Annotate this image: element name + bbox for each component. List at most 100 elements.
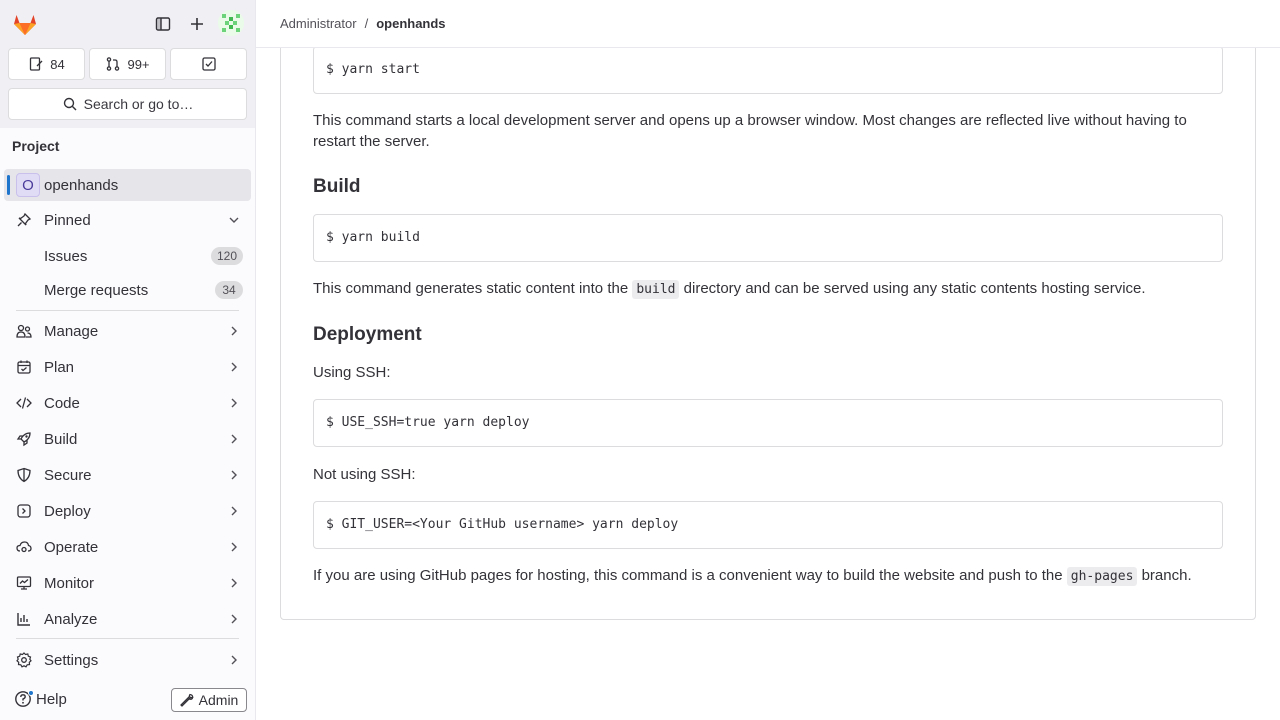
gitlab-logo-icon[interactable] xyxy=(11,10,39,38)
sidebar-item-pinned[interactable]: Pinned xyxy=(4,204,251,236)
paragraph-start: This command starts a local development … xyxy=(313,112,1187,150)
paragraph-text: branch. xyxy=(1137,567,1192,584)
code-block-ssh[interactable]: $ USE_SSH=true yarn deploy xyxy=(313,399,1223,447)
merge-requests-count-badge: 34 xyxy=(215,281,243,299)
issues-count: 84 xyxy=(50,56,65,72)
sidebar: 84 99+ Search or go to… Project O openha… xyxy=(0,0,256,720)
sidebar-item-label: Settings xyxy=(44,652,99,669)
chevron-right-icon xyxy=(231,655,237,665)
project-avatar: O xyxy=(16,173,40,197)
help-button[interactable]: Help xyxy=(14,690,67,708)
sidebar-item-label: Merge requests xyxy=(44,282,149,299)
code-block-start[interactable]: $ yarn start xyxy=(313,46,1223,94)
paragraph-text: This command generates static content in… xyxy=(313,280,633,297)
sidebar-item-label: Monitor xyxy=(44,575,95,592)
chevron-down-icon xyxy=(229,217,239,223)
search-icon xyxy=(63,97,77,111)
chart-icon xyxy=(17,613,30,626)
calendar-icon xyxy=(17,360,31,374)
paragraph-ssh: Using SSH: xyxy=(313,364,391,381)
paragraph-text: If you are using GitHub pages for hostin… xyxy=(313,567,1067,584)
search-label: Search or go to… xyxy=(83,96,194,112)
sidebar-item-label: Issues xyxy=(44,248,88,265)
paragraph-gh-pages: If you are using GitHub pages for hostin… xyxy=(313,565,1223,587)
heading-build: Build xyxy=(313,176,361,197)
sidebar-top: 84 99+ Search or go to… xyxy=(0,0,255,128)
merge-requests-button[interactable]: 99+ xyxy=(89,48,166,80)
deployments-icon xyxy=(17,504,31,518)
sidebar-item-settings[interactable]: Settings xyxy=(4,644,251,676)
gear-icon xyxy=(16,652,32,668)
heading-deployment: Deployment xyxy=(313,324,422,345)
sidebar-item-label: Operate xyxy=(44,539,99,556)
issues-icon xyxy=(30,57,43,71)
chevron-right-icon xyxy=(231,326,237,336)
merge-requests-count: 99+ xyxy=(127,56,150,72)
chevron-right-icon xyxy=(231,506,237,516)
chevron-right-icon xyxy=(231,398,237,408)
sidebar-item-secure[interactable]: Secure xyxy=(4,459,251,491)
chevron-right-icon xyxy=(231,470,237,480)
users-icon xyxy=(16,324,32,338)
shield-icon xyxy=(17,467,31,483)
sidebar-item-label: Plan xyxy=(44,359,75,376)
sidebar-item-code[interactable]: Code xyxy=(4,387,251,419)
sidebar-item-analyze[interactable]: Analyze xyxy=(4,603,251,635)
sidebar-item-deploy[interactable]: Deploy xyxy=(4,495,251,527)
paragraph-no-ssh: Not using SSH: xyxy=(313,466,416,483)
sidebar-item-plan[interactable]: Plan xyxy=(4,351,251,383)
sidebar-item-issues[interactable]: Issues 120 xyxy=(4,240,251,272)
admin-label: Admin xyxy=(198,692,239,708)
wrench-icon xyxy=(179,693,194,707)
breadcrumb-separator: / xyxy=(364,16,369,31)
breadcrumb-current-link[interactable]: openhands xyxy=(376,16,445,31)
help-label: Help xyxy=(36,690,67,708)
code-icon xyxy=(16,397,32,409)
search-button[interactable]: Search or go to… xyxy=(8,88,247,120)
top-bar: Administrator / openhands xyxy=(256,0,1280,48)
sidebar-section-title: Project xyxy=(12,138,60,154)
sidebar-item-label: Code xyxy=(44,395,80,412)
sidebar-item-project[interactable]: O openhands xyxy=(4,169,251,201)
active-indicator xyxy=(7,175,10,195)
chevron-right-icon xyxy=(231,542,237,552)
assigned-issues-button[interactable]: 84 xyxy=(8,48,85,80)
code-block-build[interactable]: $ yarn build xyxy=(313,214,1223,262)
sidebar-item-merge-requests[interactable]: Merge requests 34 xyxy=(4,274,251,306)
issues-count-badge: 120 xyxy=(210,247,243,265)
monitor-icon xyxy=(16,576,32,590)
sidebar-item-monitor[interactable]: Monitor xyxy=(4,567,251,599)
sidebar-item-label: Manage xyxy=(44,323,99,340)
breadcrumb: Administrator / openhands xyxy=(280,16,446,31)
toggle-sidebar-button[interactable] xyxy=(149,10,177,38)
chevron-right-icon xyxy=(231,614,237,624)
user-avatar[interactable] xyxy=(218,10,244,36)
chevron-right-icon xyxy=(231,578,237,588)
inline-code: build xyxy=(632,280,680,299)
todo-icon xyxy=(201,57,216,71)
sidebar-item-label: Pinned xyxy=(44,212,91,229)
sidebar-item-manage[interactable]: Manage xyxy=(4,315,251,347)
paragraph-text: directory and can be served using any st… xyxy=(679,280,1146,297)
thumbtack-icon xyxy=(17,212,32,227)
sidebar-item-build[interactable]: Build xyxy=(4,423,251,455)
admin-button[interactable]: Admin xyxy=(171,688,247,712)
sidebar-icon xyxy=(155,17,171,31)
plus-icon xyxy=(191,18,203,30)
merge-request-icon xyxy=(107,57,120,71)
inline-code: gh-pages xyxy=(1066,567,1138,586)
sidebar-item-label: Secure xyxy=(44,467,92,484)
sidebar-item-label: Deploy xyxy=(44,503,91,520)
divider xyxy=(16,638,239,639)
breadcrumb-parent-link[interactable]: Administrator xyxy=(280,16,357,31)
chevron-right-icon xyxy=(231,362,237,372)
sidebar-item-label: Build xyxy=(44,431,78,448)
code-block-no-ssh[interactable]: $ GIT_USER=<Your GitHub username> yarn d… xyxy=(313,501,1223,549)
todos-button[interactable] xyxy=(170,48,247,80)
sidebar-item-label: Analyze xyxy=(44,611,98,628)
sidebar-item-operate[interactable]: Operate xyxy=(4,531,251,563)
cloud-gear-icon xyxy=(16,541,32,553)
create-new-button[interactable] xyxy=(183,10,211,38)
project-name: openhands xyxy=(44,177,119,194)
paragraph-build: This command generates static content in… xyxy=(313,278,1223,300)
